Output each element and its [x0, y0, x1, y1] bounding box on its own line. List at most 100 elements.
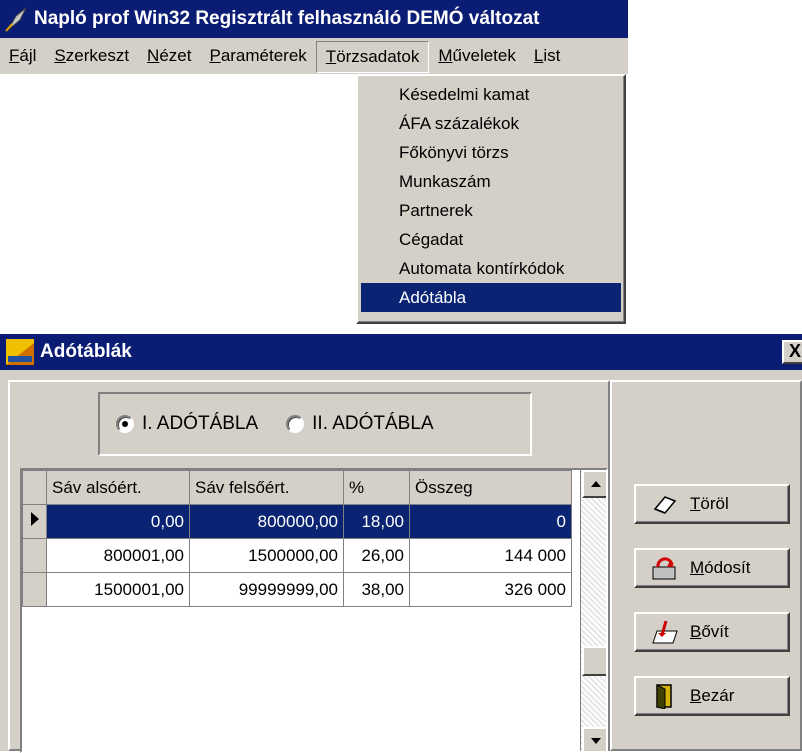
- radio-table-1[interactable]: I. ADÓTÁBLA: [116, 413, 258, 435]
- modify-button[interactable]: Módosít: [634, 548, 790, 588]
- menu-view[interactable]: Nézet: [138, 39, 200, 73]
- cell-amount[interactable]: 326 000: [409, 572, 572, 607]
- menu-item-vat-rates[interactable]: ÁFA százalékok: [361, 109, 621, 138]
- menu-file-accel: F: [9, 46, 20, 65]
- add-accel: B: [690, 622, 702, 641]
- cell-percent[interactable]: 18,00: [343, 504, 410, 539]
- menu-parameters[interactable]: Paraméterek: [200, 39, 315, 73]
- cell-upper-bound[interactable]: 99999999,00: [189, 572, 344, 607]
- dialog-titlebar[interactable]: Adótáblák X: [0, 334, 802, 370]
- radio-checked-icon: [116, 415, 134, 433]
- column-lower-bound[interactable]: Sáv alsóért.: [46, 470, 190, 505]
- menu-edit-label: zerkeszt: [65, 46, 130, 65]
- menu-parameters-label: araméterek: [220, 46, 307, 65]
- cell-percent[interactable]: 38,00: [343, 572, 410, 607]
- header-indicator-cell: [22, 470, 47, 505]
- modify-label-rest: ódosít: [704, 558, 751, 577]
- menu-item-job-number[interactable]: Munkaszám: [361, 167, 621, 196]
- modify-button-label: Módosít: [690, 558, 750, 578]
- door-icon: [650, 683, 680, 709]
- app-quill-icon: [4, 6, 30, 32]
- menu-operations-accel: M: [438, 46, 453, 65]
- menu-file-label: ájl: [19, 46, 37, 65]
- column-upper-bound[interactable]: Sáv felsőért.: [189, 470, 344, 505]
- app-titlebar[interactable]: Napló prof Win32 Regisztrált felhasználó…: [0, 0, 628, 38]
- radio-unchecked-icon: [286, 415, 305, 433]
- add-icon: [650, 619, 680, 645]
- menu-item-company-data[interactable]: Cégadat: [361, 225, 621, 254]
- menu-edit[interactable]: Szerkeszt: [45, 39, 138, 73]
- radio-table-1-label: I. ADÓTÁBLA: [142, 413, 259, 434]
- tax-bracket-grid[interactable]: Sáv alsóért. Sáv felsőért. % Összeg 0,00…: [20, 468, 608, 753]
- dialog-title: Adótáblák: [40, 341, 132, 362]
- scroll-up-button[interactable]: [582, 470, 606, 498]
- close-accel: B: [690, 686, 702, 705]
- cell-upper-bound[interactable]: 1500000,00: [189, 538, 344, 573]
- arrow-down-icon: [591, 738, 601, 744]
- table-row[interactable]: 1500001,00 99999999,00 38,00 326 000: [22, 572, 572, 607]
- tax-table-radio-group: I. ADÓTÁBLA II. ADÓTÁBLA: [98, 392, 532, 456]
- tax-bracket-table: Sáv alsóért. Sáv felsőért. % Összeg 0,00…: [22, 470, 572, 607]
- menu-file[interactable]: Fájl: [0, 39, 45, 73]
- menu-operations[interactable]: Műveletek: [429, 39, 525, 73]
- menubar: Fájl Szerkeszt Nézet Paraméterek Törzsad…: [0, 38, 628, 74]
- menu-edit-accel: S: [54, 46, 66, 65]
- cell-lower-bound[interactable]: 1500001,00: [46, 572, 190, 607]
- radio-table-2-label: II. ADÓTÁBLA: [312, 413, 434, 434]
- table-row[interactable]: 0,00 800000,00 18,00 0: [22, 504, 572, 539]
- menu-master-data[interactable]: Törzsadatok: [315, 40, 430, 73]
- cell-amount[interactable]: 144 000: [409, 538, 572, 573]
- menu-master-data-label: örzsadatok: [336, 46, 420, 66]
- menu-item-late-interest[interactable]: Késedelmi kamat: [361, 80, 621, 109]
- close-dialog-button-label: Bezár: [690, 686, 734, 706]
- delete-button[interactable]: Töröl: [634, 484, 790, 524]
- delete-button-label: Töröl: [690, 494, 729, 514]
- cell-lower-bound[interactable]: 0,00: [46, 504, 190, 539]
- app-logo-icon: [6, 339, 34, 365]
- cell-percent[interactable]: 26,00: [343, 538, 410, 573]
- add-button[interactable]: Bővít: [634, 612, 790, 652]
- left-panel: I. ADÓTÁBLA II. ADÓTÁBLA Sáv alsóért. Sá…: [8, 380, 610, 753]
- column-amount[interactable]: Összeg: [409, 470, 572, 505]
- app-title: Napló prof Win32 Regisztrált felhasználó…: [34, 8, 540, 29]
- menu-lists-accel: L: [533, 46, 544, 65]
- delete-accel: T: [690, 494, 701, 513]
- right-panel: Töröl Módosít Bővít Bezár: [610, 380, 802, 751]
- column-percent[interactable]: %: [343, 470, 410, 505]
- vertical-scrollbar[interactable]: [580, 470, 606, 751]
- menu-item-partners[interactable]: Partnerek: [361, 196, 621, 225]
- add-label-rest: ővít: [701, 622, 729, 641]
- menu-view-label: ézet: [159, 46, 192, 65]
- scroll-down-button[interactable]: [582, 727, 606, 751]
- modify-accel: M: [690, 558, 705, 577]
- eraser-icon: [650, 491, 680, 517]
- menu-operations-label: űveletek: [452, 46, 516, 65]
- menu-parameters-accel: P: [209, 46, 221, 65]
- row-indicator-cell[interactable]: [22, 538, 47, 573]
- cell-amount[interactable]: 0: [409, 504, 572, 539]
- radio-table-2[interactable]: II. ADÓTÁBLA: [286, 413, 434, 435]
- menu-master-data-accel: T: [325, 46, 337, 66]
- menu-item-ledger-master[interactable]: Főkönyvi törzs: [361, 138, 621, 167]
- close-label-rest: ezár: [701, 686, 735, 705]
- add-button-label: Bővít: [690, 622, 729, 642]
- menu-view-accel: N: [147, 46, 160, 65]
- table-header-row: Sáv alsóért. Sáv felsőért. % Összeg: [22, 470, 572, 505]
- arrow-up-icon: [591, 481, 601, 487]
- row-indicator-cell[interactable]: [22, 504, 47, 539]
- cell-upper-bound[interactable]: 800000,00: [189, 504, 344, 539]
- table-row[interactable]: 800001,00 1500000,00 26,00 144 000: [22, 538, 572, 573]
- cell-lower-bound[interactable]: 800001,00: [46, 538, 190, 573]
- scroll-thumb[interactable]: [582, 646, 606, 676]
- delete-label-rest: öröl: [700, 494, 729, 513]
- current-row-arrow-icon: [30, 512, 39, 526]
- master-data-dropdown: Késedelmi kamat ÁFA százalékok Főkönyvi …: [356, 74, 626, 324]
- menu-lists[interactable]: List: [525, 39, 569, 73]
- close-button[interactable]: X: [782, 340, 802, 364]
- menu-item-auto-account-codes[interactable]: Automata kontírkódok: [361, 254, 621, 283]
- tax-tables-dialog: Adótáblák X I. ADÓTÁBLA II. ADÓTÁBLA Sáv…: [0, 334, 802, 753]
- close-dialog-button[interactable]: Bezár: [634, 676, 790, 716]
- row-indicator-cell[interactable]: [22, 572, 47, 607]
- menu-item-tax-table[interactable]: Adótábla: [361, 283, 621, 312]
- modify-icon: [650, 555, 680, 581]
